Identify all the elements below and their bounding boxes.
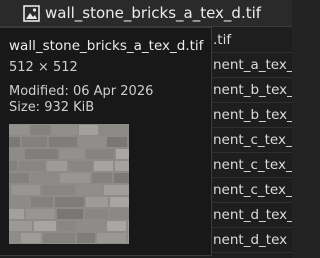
file-info-tooltip: wall_stone_bricks_a_tex_d.tif 512 × 512 … [0, 27, 212, 256]
stone-brick [9, 209, 24, 219]
stone-brick [9, 197, 29, 207]
stone-brick [92, 173, 112, 183]
stone-brick [79, 125, 98, 135]
stone-brick [31, 125, 50, 135]
stone-brick [85, 209, 108, 219]
stone-brick [97, 233, 126, 243]
file-list-row-label: nent_b_tex_n [213, 107, 292, 123]
stone-brick [22, 137, 47, 147]
stone-brick [128, 221, 129, 231]
stone-brick [115, 161, 129, 171]
stone-brick [9, 233, 19, 243]
file-header[interactable]: wall_stone_bricks_a_tex_d.tif [0, 0, 292, 27]
stone-brick [100, 125, 127, 135]
stone-brick [9, 125, 29, 135]
stone-brick [43, 233, 75, 243]
stone-brick [69, 161, 92, 171]
stone-brick [104, 185, 129, 195]
stone-brick [58, 221, 76, 231]
stone-brick [52, 125, 77, 135]
stone-brick [19, 161, 45, 171]
stone-brick [107, 221, 126, 231]
stone-brick [31, 197, 53, 207]
stone-brick [9, 221, 32, 231]
file-list-row-label: nent_a_tex_n [213, 57, 292, 73]
stone-brick [9, 161, 17, 171]
stone-brick [94, 161, 113, 171]
stone-brick [55, 197, 84, 207]
stone-brick [116, 149, 129, 159]
stone-brick [114, 173, 129, 183]
stone-brick [31, 173, 58, 183]
stone-brick [77, 185, 102, 195]
stone-brick [86, 149, 114, 159]
stone-brick [60, 149, 84, 159]
stone-brick [9, 173, 29, 183]
stone-brick [12, 185, 40, 195]
file-list-row-label: nent_c_tex_n [213, 157, 292, 173]
tooltip-filename: wall_stone_bricks_a_tex_d.tif [9, 38, 204, 54]
stone-brick [42, 185, 75, 195]
stone-brick [25, 149, 58, 159]
stone-brick [57, 209, 83, 219]
stone-brick [110, 209, 129, 219]
file-list-row-label: .tif [213, 32, 232, 48]
tooltip-modified: Modified: 06 Apr 2026 [9, 84, 154, 99]
stone-brick [21, 233, 41, 243]
stone-brick [47, 161, 67, 171]
tooltip-size: Size: 932 KiB [9, 100, 95, 115]
stone-brick [86, 197, 108, 207]
stone-brick [49, 137, 77, 147]
stone-brick [78, 221, 105, 231]
stone-brick [110, 197, 129, 207]
tooltip-dimensions: 512 × 512 [9, 60, 78, 75]
header-filename: wall_stone_bricks_a_tex_d.tif [45, 4, 262, 22]
stone-brick [26, 209, 55, 219]
stone-brick [128, 233, 129, 243]
file-list-row-label: nent_d_tex [213, 232, 288, 248]
stone-brick [9, 137, 20, 147]
stone-brick [34, 221, 56, 231]
file-list-row-label: nent_d_tex_d [213, 207, 292, 223]
stone-bricks-texture-thumbnail [9, 124, 129, 244]
stone-brick [79, 137, 105, 147]
image-file-icon [22, 4, 40, 22]
file-list-row-label: nent_b_tex_d [213, 82, 292, 98]
file-list-row-label: nent_c_tex_n [213, 182, 292, 198]
stone-brick [9, 149, 23, 159]
stone-brick [9, 185, 10, 195]
stone-brick [107, 137, 127, 147]
stone-brick [77, 233, 95, 243]
stone-brick [60, 173, 90, 183]
file-list-row-label: nent_c_tex_d [213, 132, 292, 148]
